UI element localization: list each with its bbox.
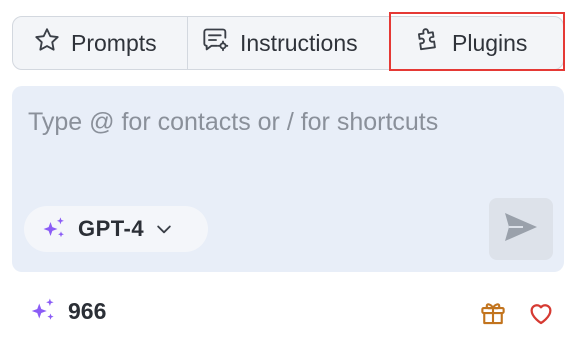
composer: GPT-4 bbox=[12, 86, 564, 272]
gift-button[interactable] bbox=[478, 298, 508, 328]
tab-plugins[interactable]: Plugins bbox=[389, 17, 563, 69]
heart-icon bbox=[526, 298, 556, 328]
model-label: GPT-4 bbox=[78, 216, 145, 241]
tab-prompts[interactable]: Prompts bbox=[13, 17, 187, 69]
tab-label: Instructions bbox=[240, 29, 358, 56]
gift-icon bbox=[478, 298, 508, 328]
send-button[interactable] bbox=[489, 198, 553, 260]
sparkle-icon bbox=[28, 296, 58, 326]
message-input[interactable] bbox=[28, 102, 538, 142]
message-settings-icon bbox=[202, 26, 230, 60]
tab-label: Plugins bbox=[452, 29, 528, 56]
send-icon bbox=[502, 210, 540, 249]
credits-count: 966 bbox=[68, 297, 107, 324]
star-icon bbox=[33, 26, 61, 60]
chevron-down-icon bbox=[154, 219, 174, 239]
tab-label: Prompts bbox=[71, 29, 157, 56]
credits-display: 966 bbox=[28, 296, 106, 326]
mode-tabs: Prompts Instructions Plugins bbox=[12, 16, 564, 70]
puzzle-icon bbox=[414, 26, 442, 60]
favorite-button[interactable] bbox=[526, 298, 556, 328]
model-selector[interactable]: GPT-4 bbox=[24, 206, 208, 252]
tab-instructions[interactable]: Instructions bbox=[187, 17, 389, 69]
sparkle-icon bbox=[40, 215, 68, 243]
